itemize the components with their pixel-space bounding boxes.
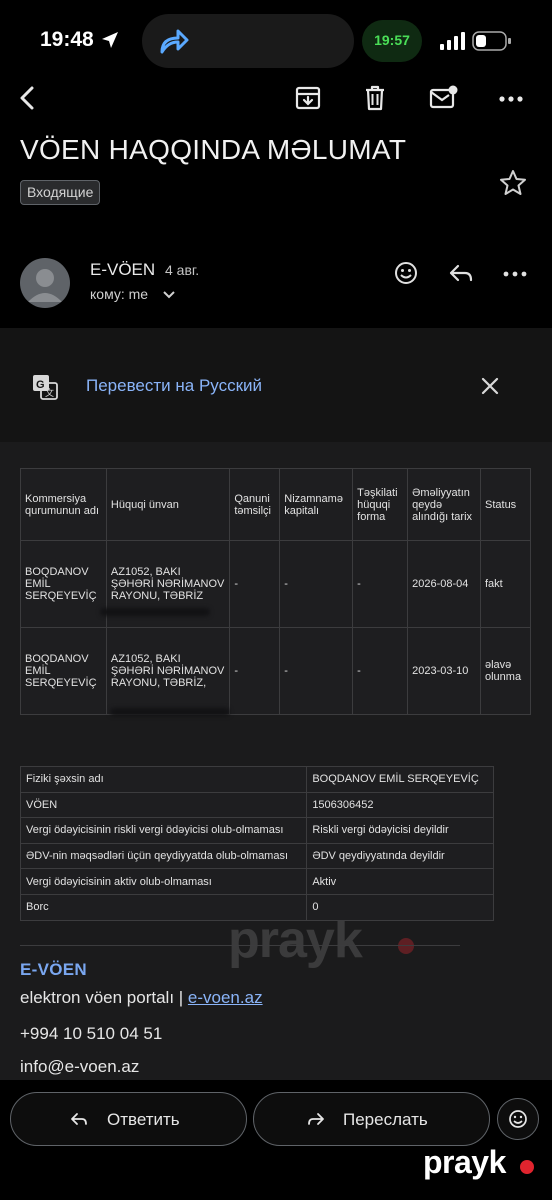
email-subject: VÖEN HAQQINDA MƏLUMAT bbox=[20, 134, 407, 165]
info-label: VÖEN bbox=[19, 791, 308, 819]
signal-icon bbox=[440, 32, 465, 50]
call-timer: 19:57 bbox=[374, 32, 410, 48]
watermark-logo: prayk bbox=[423, 1144, 506, 1180]
column-header: Hüquqi ünvan bbox=[105, 468, 231, 541]
column-header: Əməliyyatın qeydə alındığı tarix bbox=[407, 468, 481, 541]
info-value: Aktiv bbox=[306, 868, 494, 895]
app-bar bbox=[0, 80, 552, 120]
signature-title: E-VÖEN bbox=[20, 960, 87, 979]
signature-divider bbox=[20, 945, 460, 946]
info-label: Vergi ödəyicisinin aktiv olub-olmaması bbox=[19, 868, 308, 895]
portal-link[interactable]: e-voen.az bbox=[188, 988, 263, 1007]
table-cell: AZ1052, BAKI ŞƏHƏRİ NƏRİMANOV RAYONU, TƏ… bbox=[105, 627, 231, 715]
reply-label: Ответить bbox=[107, 1110, 180, 1129]
info-row: Borc 0 bbox=[19, 893, 494, 921]
trash-icon[interactable] bbox=[359, 82, 391, 114]
column-header: Qanuni təmsilçi bbox=[229, 468, 281, 541]
email-date: 4 авг. bbox=[165, 262, 200, 278]
svg-text:文: 文 bbox=[45, 387, 54, 399]
battery-icon bbox=[472, 31, 511, 51]
table-cell: - bbox=[229, 627, 281, 715]
registration-table: Kommersiya qurumunun adı Hüquqi ünvan Qanu… bbox=[20, 468, 531, 715]
dynamic-island bbox=[142, 14, 354, 68]
info-row: Fiziki şəxsin adı BOQDANOV EMİL SERQEYEVİ… bbox=[19, 766, 494, 793]
table-cell: - bbox=[229, 540, 281, 628]
info-row: Vergi ödəyicisinin riskli vergi ödəyicis… bbox=[19, 817, 494, 844]
bottom-action-bar: Ответить Переслать prayk bbox=[0, 1080, 552, 1200]
table-cell: BOQDANOV EMİL SERQEYEVİÇ bbox=[20, 627, 107, 715]
emoji-icon bbox=[509, 1110, 527, 1128]
info-row: VÖEN 1506306452 bbox=[19, 791, 494, 819]
taxpayer-info-table: Fiziki şəxsin adı BOQDANOV EMİL SERQEYEVİ… bbox=[19, 766, 494, 921]
signature-portal: elektron vöen portalı | e-voen.az bbox=[20, 988, 263, 1008]
table-cell: 2026-08-04 bbox=[407, 540, 481, 628]
info-label: ƏDV-nin məqsədləri üçün qeydiyyatda olub… bbox=[19, 842, 308, 870]
more-options-icon[interactable] bbox=[495, 82, 527, 114]
portal-text: elektron vöen portalı | bbox=[20, 988, 188, 1007]
email-body: Kommersiya qurumunun adı Hüquqi ünvan Qanu… bbox=[0, 442, 552, 1102]
redaction-mark bbox=[100, 608, 210, 616]
table-header-row: Kommersiya qurumunun adı Hüquqi ünvan Qanu… bbox=[20, 468, 531, 541]
table-cell: fakt bbox=[480, 540, 531, 628]
status-bar: 19:48 19:57 bbox=[0, 0, 552, 80]
star-icon[interactable] bbox=[498, 168, 528, 198]
info-value: Riskli vergi ödəyicisi deyildir bbox=[306, 817, 494, 844]
inbox-label-chip[interactable]: Входящие bbox=[20, 180, 101, 205]
person-icon bbox=[28, 269, 62, 302]
table-row: BOQDANOV EMİL SERQEYEVİÇ AZ1052, BAKI ŞƏH… bbox=[20, 540, 531, 628]
call-timer-pill[interactable]: 19:57 bbox=[362, 20, 422, 62]
reply-button[interactable]: Ответить bbox=[10, 1092, 247, 1146]
forward-button[interactable]: Переслать bbox=[253, 1092, 490, 1146]
message-more-icon[interactable] bbox=[500, 258, 530, 288]
close-icon[interactable] bbox=[478, 374, 502, 398]
column-header: Nizamnamə kapitalı bbox=[279, 468, 354, 541]
table-cell: BOQDANOV EMİL SERQEYEVİÇ bbox=[20, 540, 107, 628]
info-row: ƏDV-nin məqsədləri üçün qeydiyyatda olub… bbox=[19, 842, 494, 870]
info-value: ƏDV qeydiyyatında deyildir bbox=[306, 842, 494, 870]
watermark-overlay-dot bbox=[398, 938, 414, 954]
info-label: Vergi ödəyicisinin riskli vergi ödəyicis… bbox=[19, 817, 308, 844]
info-value: 1506306452 bbox=[306, 791, 494, 819]
chevron-down-icon[interactable] bbox=[162, 289, 176, 301]
reply-icon bbox=[71, 1113, 87, 1125]
forward-arrow-icon bbox=[160, 29, 189, 54]
signature-phone[interactable]: +994 10 510 04 51 bbox=[20, 1024, 162, 1044]
forward-label: Переслать bbox=[343, 1110, 428, 1129]
info-row: Vergi ödəyicisinin aktiv olub-olmaması Ak… bbox=[19, 868, 494, 895]
recipient-line[interactable]: кому: me bbox=[90, 286, 148, 302]
column-header: Təşkilati hüquqi forma bbox=[352, 468, 409, 541]
table-row: BOQDANOV EMİL SERQEYEVİÇ AZ1052, BAKI ŞƏH… bbox=[20, 627, 531, 715]
archive-icon[interactable] bbox=[292, 82, 324, 114]
info-label: Fiziki şəxsin adı bbox=[19, 766, 308, 793]
forward-icon bbox=[308, 1113, 324, 1125]
table-cell: - bbox=[279, 540, 354, 628]
table-cell: - bbox=[352, 627, 409, 715]
table-cell: 2023-03-10 bbox=[407, 627, 481, 715]
translate-banner: G文 Перевести на Русский bbox=[0, 328, 552, 442]
location-arrow-icon bbox=[102, 32, 118, 48]
sender-name[interactable]: E-VÖEN bbox=[90, 260, 155, 280]
redaction-mark bbox=[110, 708, 230, 716]
column-header: Kommersiya qurumunun adı bbox=[20, 468, 107, 541]
table-cell: - bbox=[352, 540, 409, 628]
watermark-dot bbox=[520, 1160, 534, 1174]
translate-link[interactable]: Перевести на Русский bbox=[86, 376, 262, 396]
table-cell: - bbox=[279, 627, 354, 715]
emoji-button[interactable] bbox=[497, 1098, 539, 1140]
table-cell: əlavə olunma bbox=[480, 627, 531, 715]
reply-icon[interactable] bbox=[446, 258, 476, 288]
signature-email[interactable]: info@e-voen.az bbox=[20, 1057, 139, 1077]
info-value: BOQDANOV EMİL SERQEYEVİÇ bbox=[306, 766, 494, 793]
translate-icon: G文 bbox=[33, 375, 58, 400]
sender-avatar[interactable] bbox=[20, 258, 70, 308]
mark-unread-icon[interactable] bbox=[427, 82, 459, 114]
info-value: 0 bbox=[306, 893, 494, 921]
info-label: Borc bbox=[19, 893, 308, 921]
back-icon[interactable] bbox=[12, 82, 44, 114]
svg-text:G: G bbox=[36, 379, 45, 391]
column-header: Status bbox=[480, 468, 531, 541]
status-time: 19:48 bbox=[40, 28, 94, 51]
emoji-react-icon[interactable] bbox=[391, 258, 421, 288]
